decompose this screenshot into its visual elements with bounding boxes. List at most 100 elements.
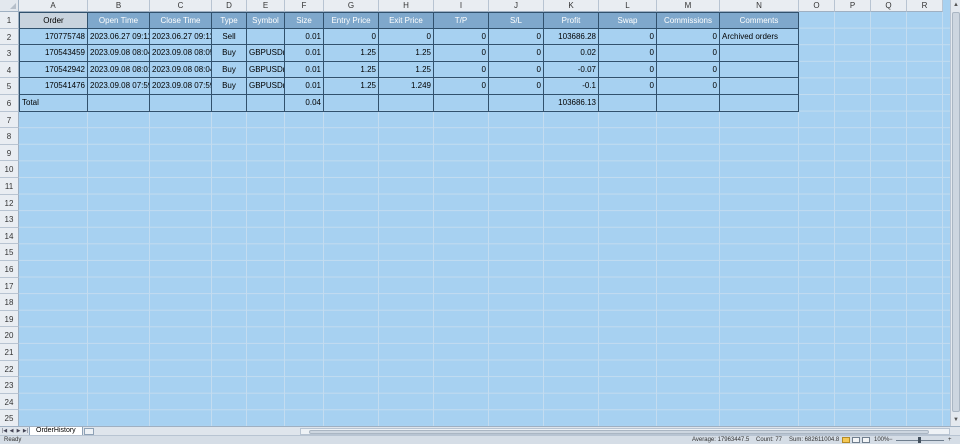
table-cell[interactable]: 1.249 [379, 78, 434, 95]
column-header[interactable]: J [489, 0, 544, 12]
table-cell[interactable]: 2023.09.08 07:59 [150, 78, 212, 95]
next-sheet-icon[interactable]: ▶ [15, 427, 22, 435]
vertical-scroll-thumb[interactable] [952, 12, 960, 412]
table-cell[interactable]: 2023.09.08 08:04 [150, 61, 212, 79]
row-header[interactable]: 25 [0, 410, 19, 426]
table-cell[interactable]: 0 [599, 61, 657, 79]
column-header[interactable]: L [599, 0, 657, 12]
table-cell[interactable]: 1.25 [324, 78, 379, 95]
table-cell[interactable]: 0 [379, 28, 434, 46]
table-cell[interactable]: 2023.09.08 08:04 [88, 45, 150, 62]
column-header[interactable]: R [907, 0, 943, 12]
prev-sheet-icon[interactable]: ◀ [8, 427, 15, 435]
table-cell[interactable]: 2023.06.27 09:11 [88, 28, 150, 46]
table-cell[interactable]: 2023.09.08 08:05 [150, 45, 212, 62]
row-header[interactable]: 1 [0, 12, 19, 29]
horizontal-scroll-thumb[interactable] [309, 430, 929, 434]
column-header[interactable]: E [247, 0, 285, 12]
table-cell[interactable]: 170542942 [19, 61, 88, 79]
table-cell[interactable]: 2023.09.08 08:01 [88, 61, 150, 79]
table-cell[interactable]: 2023.06.27 09:11 [150, 28, 212, 46]
table-cell[interactable]: 0 [489, 28, 544, 46]
table-cell[interactable] [720, 45, 799, 62]
table-cell[interactable]: 170541476 [19, 78, 88, 95]
table-cell[interactable]: 0 [599, 45, 657, 62]
table-header-cell[interactable]: Profit [544, 12, 599, 29]
row-header[interactable]: 7 [0, 111, 19, 129]
scroll-down-icon[interactable]: ▼ [952, 416, 960, 425]
table-cell[interactable]: Buy [212, 61, 247, 79]
page-break-view-icon[interactable] [862, 437, 870, 443]
row-header[interactable]: 18 [0, 294, 19, 311]
table-cell[interactable]: 103686.28 [544, 28, 599, 46]
total-row-cell[interactable] [212, 95, 247, 112]
row-header[interactable]: 2 [0, 28, 19, 46]
table-cell[interactable]: 0 [657, 45, 720, 62]
row-header[interactable]: 6 [0, 95, 19, 112]
table-cell[interactable]: 0.02 [544, 45, 599, 62]
total-row-cell[interactable] [434, 95, 489, 112]
table-cell[interactable] [247, 28, 285, 46]
new-sheet-icon[interactable] [84, 428, 94, 435]
table-cell[interactable]: Buy [212, 45, 247, 62]
zoom-in-icon[interactable]: + [948, 436, 952, 444]
row-header[interactable]: 12 [0, 194, 19, 212]
horizontal-scrollbar[interactable] [300, 428, 950, 435]
table-cell[interactable]: 0 [657, 61, 720, 79]
row-header[interactable]: 21 [0, 344, 19, 361]
table-header-cell[interactable]: S/L [489, 12, 544, 29]
table-cell[interactable]: 1.25 [324, 45, 379, 62]
table-cell[interactable]: 0 [434, 78, 489, 95]
table-cell[interactable]: 0 [434, 28, 489, 46]
column-header[interactable]: P [835, 0, 871, 12]
row-header[interactable]: 17 [0, 277, 19, 295]
row-header[interactable]: 11 [0, 178, 19, 195]
table-cell[interactable]: 0 [489, 45, 544, 62]
table-cell[interactable] [720, 61, 799, 79]
table-cell[interactable]: -0.1 [544, 78, 599, 95]
total-row-cell[interactable] [247, 95, 285, 112]
column-header[interactable]: O [799, 0, 835, 12]
total-row-cell[interactable] [489, 95, 544, 112]
table-cell[interactable]: Archived orders [720, 28, 799, 46]
row-header[interactable]: 9 [0, 144, 19, 162]
column-header[interactable]: F [285, 0, 324, 12]
spreadsheet-grid[interactable]: ABCDEFGHIJKLMNOPQR 1 2 3 4 5 6 7 8 9 10 11 12 13 14 15… [0, 0, 960, 426]
table-cell[interactable]: GBPUSDm [247, 45, 285, 62]
table-header-cell[interactable]: Type [212, 12, 247, 29]
table-cell[interactable]: GBPUSDm [247, 78, 285, 95]
row-header[interactable]: 10 [0, 161, 19, 178]
table-cell[interactable]: 170775748 [19, 28, 88, 46]
table-cell[interactable]: 0.01 [285, 61, 324, 79]
table-cell[interactable]: 0.01 [285, 28, 324, 46]
column-header[interactable]: K [544, 0, 599, 12]
total-row-cell[interactable]: 103686.13 [544, 95, 599, 112]
row-header[interactable]: 3 [0, 45, 19, 62]
row-header[interactable]: 22 [0, 360, 19, 378]
table-cell[interactable]: 0 [599, 78, 657, 95]
zoom-level[interactable]: 100% [874, 436, 889, 444]
table-header-cell[interactable]: Commissions [657, 12, 720, 29]
vertical-scrollbar[interactable]: ▲ ▼ [950, 0, 960, 426]
table-cell[interactable]: 0.01 [285, 45, 324, 62]
total-row-cell[interactable] [88, 95, 150, 112]
row-header[interactable]: 24 [0, 393, 19, 411]
total-row-cell[interactable] [324, 95, 379, 112]
row-header[interactable]: 13 [0, 211, 19, 228]
column-header[interactable]: H [379, 0, 434, 12]
row-header[interactable]: 8 [0, 128, 19, 145]
zoom-out-icon[interactable]: − [889, 436, 893, 444]
last-sheet-icon[interactable]: ▶| [22, 427, 29, 435]
table-cell[interactable]: 0 [657, 78, 720, 95]
table-cell[interactable]: GBPUSDm [247, 61, 285, 79]
column-header[interactable]: A [19, 0, 88, 12]
column-header[interactable]: C [150, 0, 212, 12]
table-header-cell[interactable]: Open Time [88, 12, 150, 29]
table-header-cell[interactable]: Order [19, 12, 88, 29]
table-cell[interactable]: 0 [434, 45, 489, 62]
table-cell[interactable]: 1.25 [324, 61, 379, 79]
row-header[interactable]: 5 [0, 78, 19, 95]
table-header-cell[interactable]: Symbol [247, 12, 285, 29]
table-header-cell[interactable]: T/P [434, 12, 489, 29]
total-row-cell[interactable] [657, 95, 720, 112]
